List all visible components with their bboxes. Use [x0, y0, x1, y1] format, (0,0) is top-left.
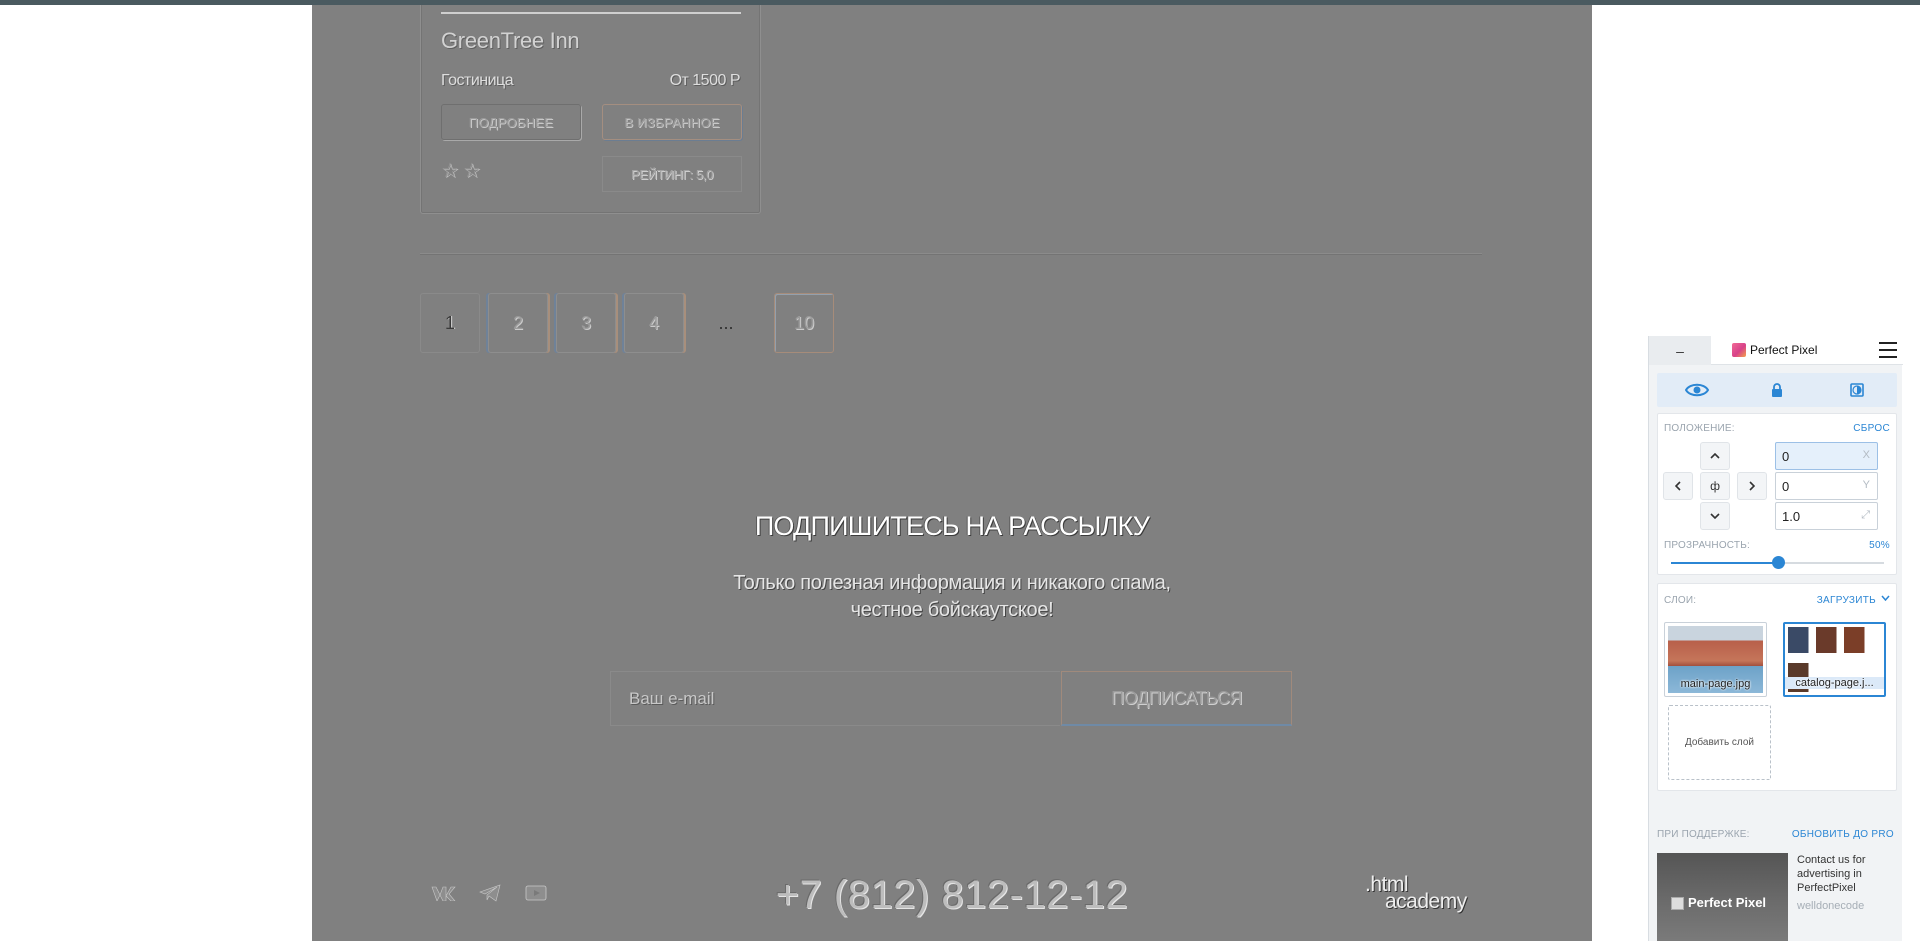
layer-name: catalog-page.j...	[1785, 677, 1884, 689]
lock-icon[interactable]	[1737, 373, 1817, 407]
upgrade-pro-link[interactable]: ОБНОВИТЬ ДО PRO	[1792, 829, 1894, 840]
page-3-button[interactable]: 3	[556, 293, 616, 353]
pp-title: Perfect Pixel	[1750, 343, 1818, 357]
page-overlay-area: GreenTree Inn Гостиница От 1500 Р ПОДРОБ…	[312, 5, 1592, 941]
y-coordinate-input[interactable]: 0 Y	[1775, 472, 1878, 500]
layer-main-page[interactable]: main-page.jpg	[1664, 622, 1767, 697]
subscribe-text-line-2: честное бойскаутское!	[850, 599, 1054, 621]
move-right-button[interactable]	[1737, 472, 1767, 500]
layers-label: СЛОИ:	[1664, 595, 1697, 606]
hotel-type: Гостиница	[441, 72, 514, 89]
pp-toolbar	[1657, 373, 1897, 407]
x-axis-label: X	[1862, 449, 1870, 461]
invert-colors-icon[interactable]	[1817, 373, 1897, 407]
html-academy-logo[interactable]: .html academy	[1365, 874, 1495, 913]
opacity-label: ПРОЗРАЧНОСТЬ:	[1664, 540, 1750, 551]
pp-layers-section: СЛОИ: ЗАГРУЗИТЬ main-page.jpg catalog-pa…	[1657, 583, 1897, 791]
ad-text[interactable]: Contact us for advertising in PerfectPix…	[1797, 853, 1897, 895]
ad-author[interactable]: welldonecode	[1797, 900, 1864, 912]
section-divider	[420, 253, 1482, 255]
chevron-down-icon[interactable]	[1881, 593, 1890, 604]
y-value: 0	[1782, 478, 1790, 494]
perfect-pixel-panel: – Perfect Pixel ПОЛОЖЕНИЕ: СБРОС ф 0 X 0…	[1648, 336, 1903, 941]
position-label: ПОЛОЖЕНИЕ:	[1664, 423, 1735, 434]
subscribe-title: ПОДПИШИТЕСЬ НА РАССЫЛКУ	[754, 511, 1150, 541]
ad-banner[interactable]: Perfect Pixel	[1657, 853, 1788, 941]
resize-icon: ⤢	[1861, 509, 1870, 521]
pp-position-section: ПОЛОЖЕНИЕ: СБРОС ф 0 X 0 Y 1.0 ⤢ ПРОЗРАЧ…	[1657, 413, 1897, 575]
subscribe-text-line-1: Только полезная информация и никакого сп…	[733, 572, 1171, 594]
move-left-button[interactable]	[1663, 472, 1693, 500]
more-button[interactable]: ПОДРОБНЕЕ	[441, 104, 581, 140]
opacity-value: 50%	[1869, 540, 1890, 551]
favorite-button[interactable]: В ИЗБРАННОЕ	[602, 104, 742, 140]
hamburger-menu-icon[interactable]	[1879, 342, 1897, 358]
x-value: 0	[1782, 448, 1790, 464]
page-10-button[interactable]: 10	[774, 293, 834, 353]
scale-value: 1.0	[1782, 508, 1801, 524]
page-1-button[interactable]: 1	[420, 293, 480, 353]
page-ellipsis: ...	[718, 312, 734, 333]
rating-badge: РЕЙТИНГ: 5,0	[602, 156, 742, 192]
scale-input[interactable]: 1.0 ⤢	[1775, 502, 1878, 530]
pp-header: – Perfect Pixel	[1649, 336, 1903, 365]
reset-button[interactable]: СБРОС	[1853, 423, 1890, 434]
center-button[interactable]: ф	[1700, 472, 1730, 500]
academy-logo-line-2: academy	[1385, 890, 1467, 913]
card-image-bottom-edge	[441, 12, 741, 14]
hotel-title: GreenTree Inn	[441, 28, 580, 53]
x-coordinate-input[interactable]: 0 X	[1775, 442, 1878, 470]
hotel-price: От 1500 Р	[669, 72, 741, 89]
page-2-button[interactable]: 2	[488, 293, 548, 353]
add-layer-button[interactable]: Добавить слой	[1668, 705, 1771, 780]
upload-button[interactable]: ЗАГРУЗИТЬ	[1817, 595, 1876, 606]
layer-catalog-page[interactable]: catalog-page.j...	[1783, 622, 1886, 697]
y-axis-label: Y	[1862, 479, 1870, 491]
email-input[interactable]	[610, 671, 1060, 726]
opacity-slider-fill	[1671, 562, 1778, 564]
hotel-card: GreenTree Inn Гостиница От 1500 Р ПОДРОБ…	[420, 5, 761, 214]
perfect-pixel-logo-icon	[1732, 343, 1746, 357]
move-down-button[interactable]	[1700, 502, 1730, 530]
ad-brand: Perfect Pixel	[1688, 895, 1767, 910]
star-rating-icon: ☆☆	[441, 160, 485, 182]
opacity-slider[interactable]	[1671, 556, 1884, 569]
layer-name: main-page.jpg	[1680, 678, 1751, 690]
pp-minimize-button[interactable]: –	[1649, 336, 1711, 365]
subscribe-button[interactable]: ПОДПИСАТЬСЯ	[1061, 671, 1292, 726]
opacity-slider-thumb[interactable]	[1771, 556, 1785, 569]
ad-logo-icon	[1671, 897, 1684, 910]
move-up-button[interactable]	[1700, 442, 1730, 470]
subscribe-description: Только полезная информация и никакого сп…	[312, 570, 1592, 624]
page-4-button[interactable]: 4	[624, 293, 684, 353]
support-label: ПРИ ПОДДЕРЖКЕ:	[1657, 829, 1750, 840]
eye-icon[interactable]	[1657, 373, 1737, 407]
